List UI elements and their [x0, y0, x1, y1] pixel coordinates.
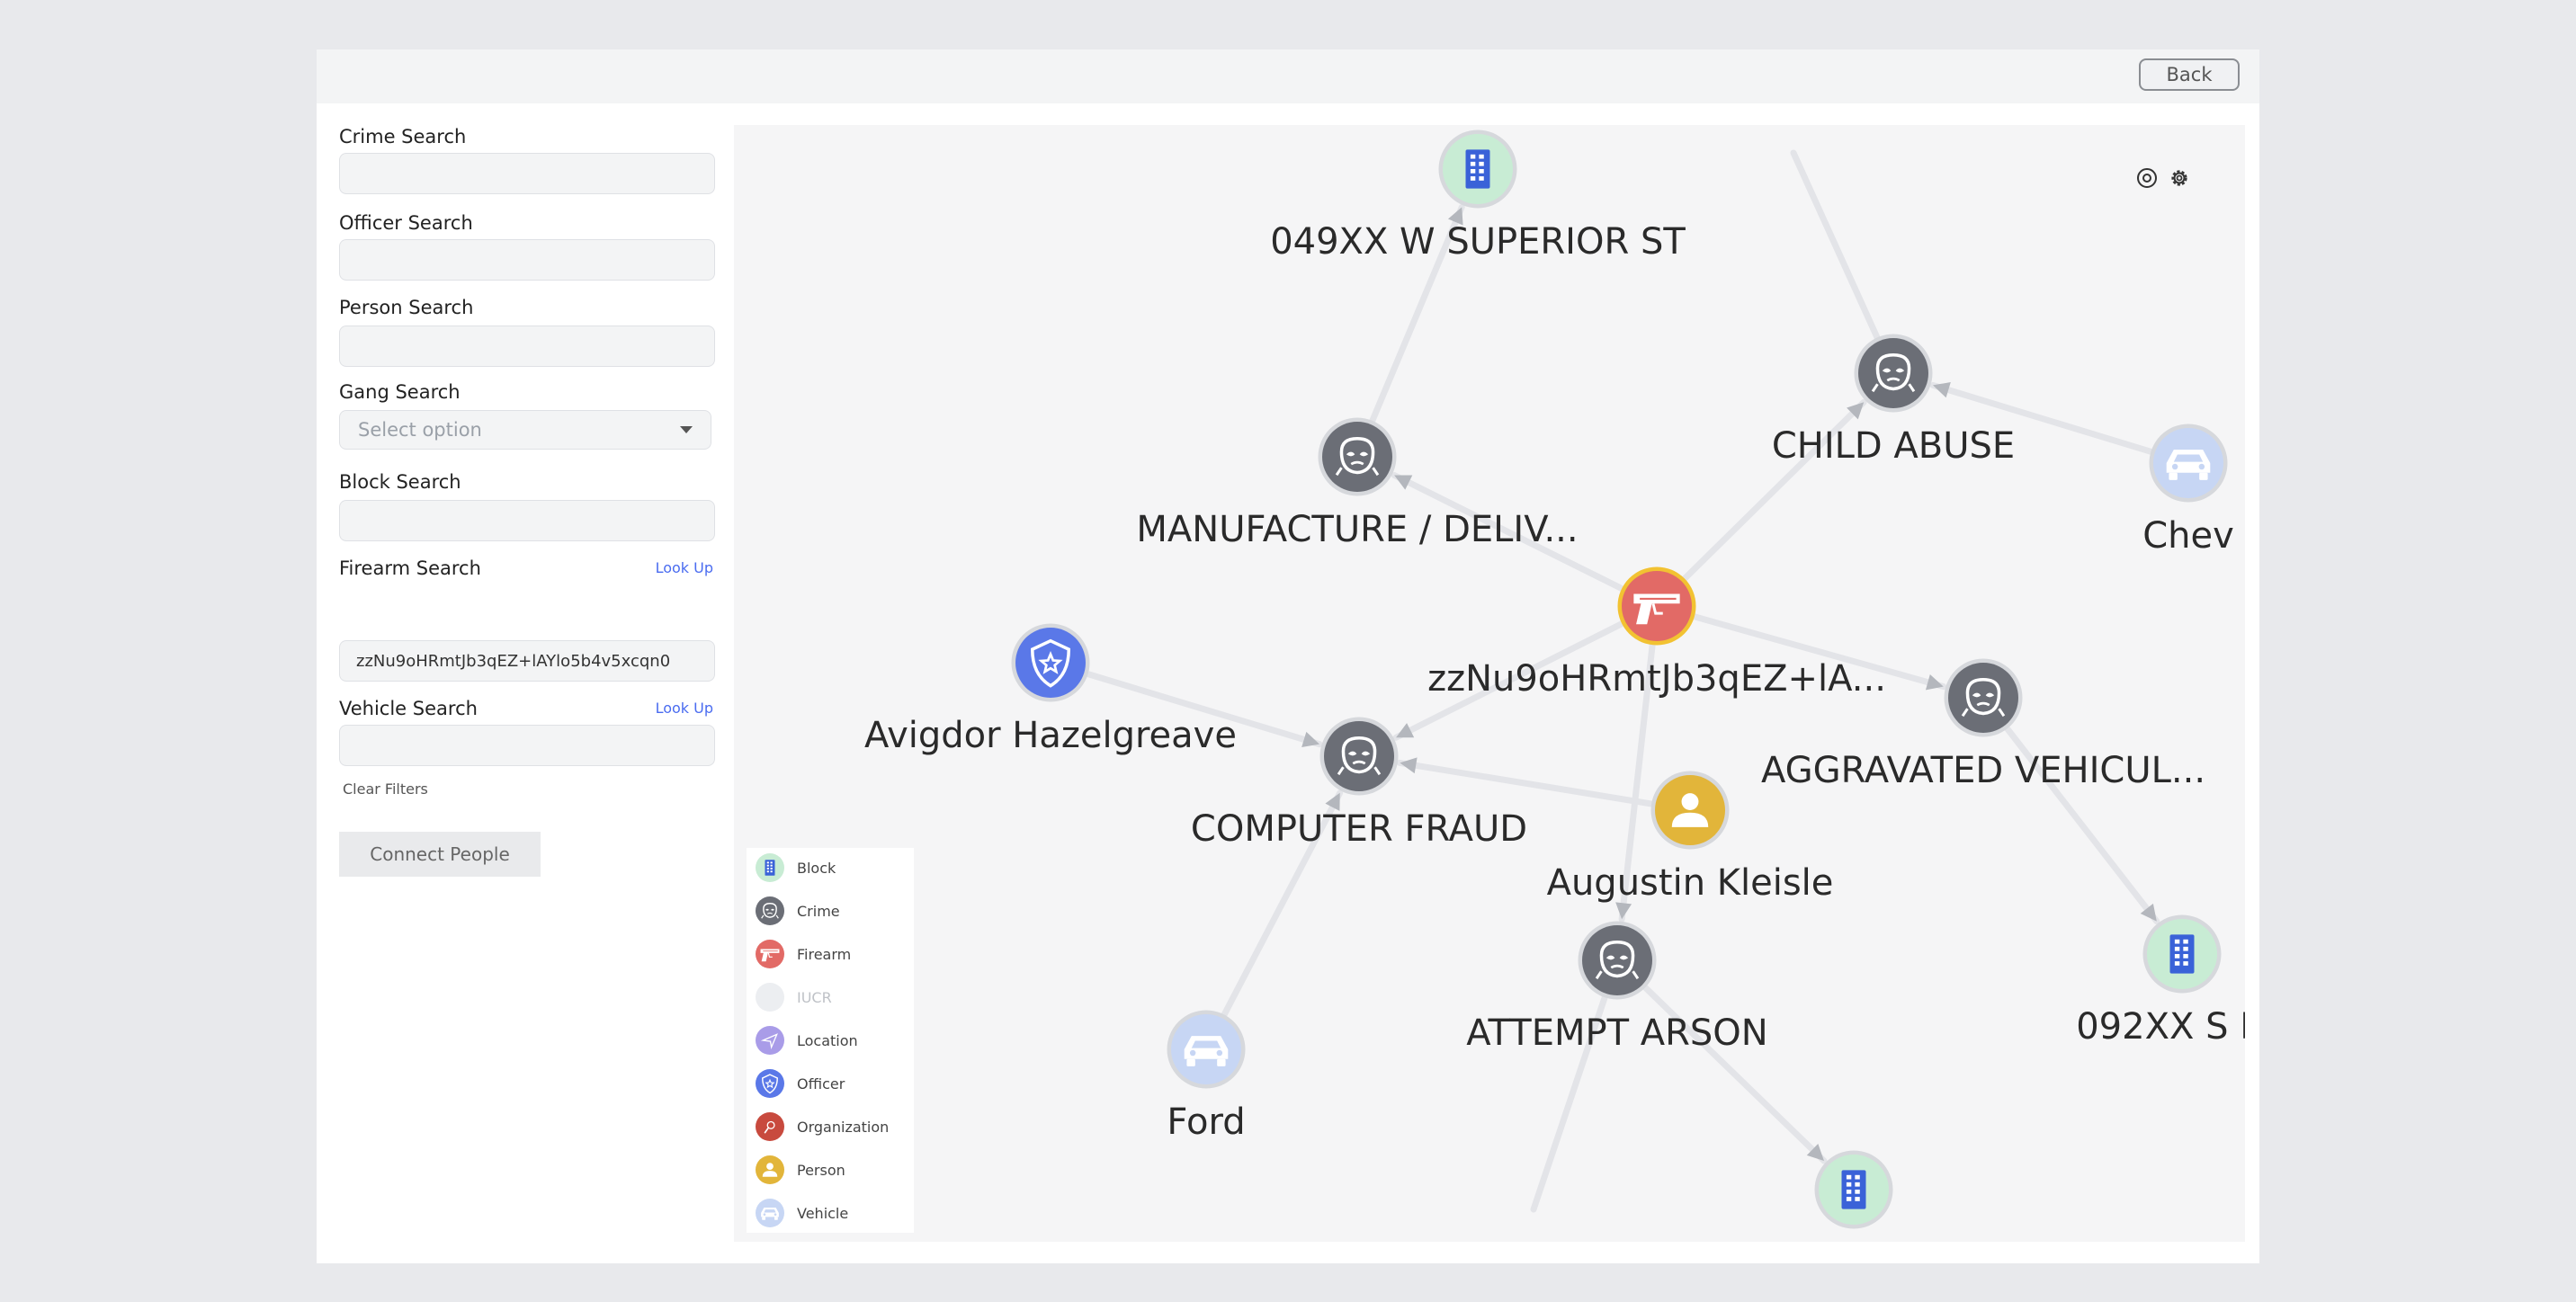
node-label: 092XX S RA: [2076, 1006, 2245, 1048]
legend-item-iucr[interactable]: IUCR: [756, 981, 832, 1013]
person-legend-icon: [756, 1155, 784, 1184]
block-search-input[interactable]: [339, 500, 715, 541]
block-search-label: Block Search: [339, 471, 461, 493]
legend-label: Vehicle: [797, 1204, 849, 1222]
legend-label: Location: [797, 1031, 858, 1049]
building-icon: [1841, 1170, 1866, 1209]
gear-icon[interactable]: [2168, 166, 2191, 190]
legend-item-firearm[interactable]: Firearm: [756, 938, 851, 970]
node-label: ATTEMPT ARSON: [1466, 1012, 1767, 1054]
vehicle-search-input[interactable]: [339, 725, 715, 766]
firearm-search-input[interactable]: [339, 640, 715, 682]
crime-search-input[interactable]: [339, 153, 715, 194]
firearm-legend-icon: [756, 940, 784, 968]
node-circle: [1582, 925, 1652, 995]
legend-label: Firearm: [797, 945, 852, 963]
node-label: Ford: [1167, 1101, 1245, 1143]
graph-node-block1[interactable]: 049XX W SUPERIOR ST: [1270, 129, 1686, 263]
graph-canvas[interactable]: 049XX W SUPERIOR ST CHILD ABUSE Chev MANUFA…: [734, 125, 2245, 1242]
person-search-label: Person Search: [339, 297, 474, 318]
legend-icon-glyph: [762, 1074, 778, 1094]
legend-icon-glyph: [765, 860, 775, 876]
legend-icon-glyph: [761, 1207, 779, 1220]
graph-node-block3[interactable]: [1814, 1150, 1893, 1229]
connect-people-button[interactable]: Connect People: [339, 832, 541, 877]
legend-item-crime[interactable]: Crime: [756, 895, 840, 927]
legend-item-organization[interactable]: Organization: [756, 1110, 889, 1143]
legend-label: Organization: [797, 1118, 890, 1136]
legend-icon-glyph: [762, 1163, 778, 1177]
location-legend-icon: [756, 1026, 784, 1055]
app-card: Back Crime Search Officer Search Person …: [317, 49, 2259, 1263]
firearm-search-label: Firearm Search: [339, 557, 481, 579]
vehicle-legend-icon: [756, 1199, 784, 1227]
graph-node-computerfraud[interactable]: COMPUTER FRAUD: [1191, 717, 1527, 851]
graph-node-chev[interactable]: Chev: [2142, 424, 2234, 557]
officer-search-label: Officer Search: [339, 212, 473, 234]
legend-label: IUCR: [797, 988, 832, 1006]
graph-legend: Block Crime Firearm IUCR Location Officer Orga…: [747, 848, 914, 1233]
node-circle: [1858, 338, 1928, 408]
legend-item-vehicle[interactable]: Vehicle: [756, 1197, 848, 1229]
node-label: CHILD ABUSE: [1772, 425, 2015, 467]
graph-node-manufacture[interactable]: MANUFACTURE / DELIV...: [1136, 417, 1579, 551]
legend-icon-glyph: [764, 1120, 775, 1134]
node-circle: [1322, 422, 1392, 492]
node-label: Augustin Kleisle: [1547, 862, 1834, 904]
legend-item-officer[interactable]: Officer: [756, 1067, 845, 1100]
node-circle: [1622, 571, 1692, 641]
building-icon: [2169, 934, 2195, 974]
officer-legend-icon: [756, 1069, 784, 1098]
graph-node-firearm[interactable]: zzNu9oHRmtJb3qEZ+lA...: [1427, 566, 1886, 700]
legend-icon-glyph: [760, 1033, 778, 1050]
gang-search-label: Gang Search: [339, 381, 461, 403]
graph-node-arson[interactable]: ATTEMPT ARSON: [1466, 921, 1768, 1055]
vehicle-lookup-link[interactable]: Look Up: [656, 700, 713, 717]
graph-node-officer[interactable]: Avigdor Hazelgreave: [864, 623, 1237, 757]
node-label: Chev: [2142, 515, 2234, 557]
legend-label: Officer: [797, 1075, 845, 1092]
clear-filters-link[interactable]: Clear Filters: [343, 780, 428, 798]
network-graph[interactable]: 049XX W SUPERIOR ST CHILD ABUSE Chev MANUFA…: [734, 125, 2245, 1242]
legend-item-person[interactable]: Person: [756, 1154, 845, 1186]
gang-select-placeholder: Select option: [358, 419, 482, 441]
node-circle: [1324, 721, 1394, 791]
building-icon: [1465, 149, 1490, 189]
crime-legend-icon: [756, 896, 784, 925]
legend-label: Crime: [797, 902, 840, 920]
officer-search-input[interactable]: [339, 239, 715, 281]
gang-search-select[interactable]: Select option: [339, 410, 711, 450]
graph-edge: [1790, 149, 1881, 341]
crime-search-label: Crime Search: [339, 126, 467, 147]
person-search-input[interactable]: [339, 326, 715, 367]
legend-item-block[interactable]: Block: [756, 852, 836, 884]
organization-legend-icon: [756, 1112, 784, 1141]
node-label: Avigdor Hazelgreave: [864, 715, 1237, 756]
legend-item-location[interactable]: Location: [756, 1024, 858, 1057]
graph-edge: [1396, 759, 1655, 807]
graph-node-ford[interactable]: Ford: [1167, 1010, 1246, 1144]
node-label: MANUFACTURE / DELIV...: [1136, 509, 1578, 550]
node-label: 049XX W SUPERIOR ST: [1270, 221, 1686, 263]
legend-label: Person: [797, 1161, 845, 1179]
legend-label: Block: [797, 859, 836, 877]
block-legend-icon: [756, 853, 784, 882]
firearm-lookup-link[interactable]: Look Up: [656, 559, 713, 576]
node-label: COMPUTER FRAUD: [1191, 808, 1527, 850]
iucr-legend-icon: [756, 983, 784, 1012]
target-icon[interactable]: [2135, 166, 2159, 190]
vehicle-search-label: Vehicle Search: [339, 698, 478, 719]
back-button[interactable]: Back: [2139, 58, 2240, 91]
legend-icon-glyph: [760, 949, 780, 962]
top-bar: Back: [317, 49, 2259, 103]
node-label: AGGRAVATED VEHICUL...: [1761, 750, 2205, 791]
graph-nodes: 049XX W SUPERIOR ST CHILD ABUSE Chev MANUFA…: [864, 129, 2245, 1229]
graph-node-block2[interactable]: 092XX S RA: [2076, 914, 2245, 1048]
node-label: zzNu9oHRmtJb3qEZ+lA...: [1427, 658, 1886, 700]
legend-icon-glyph: [761, 903, 779, 919]
chevron-down-icon: [680, 426, 693, 433]
node-circle: [1948, 663, 2018, 733]
